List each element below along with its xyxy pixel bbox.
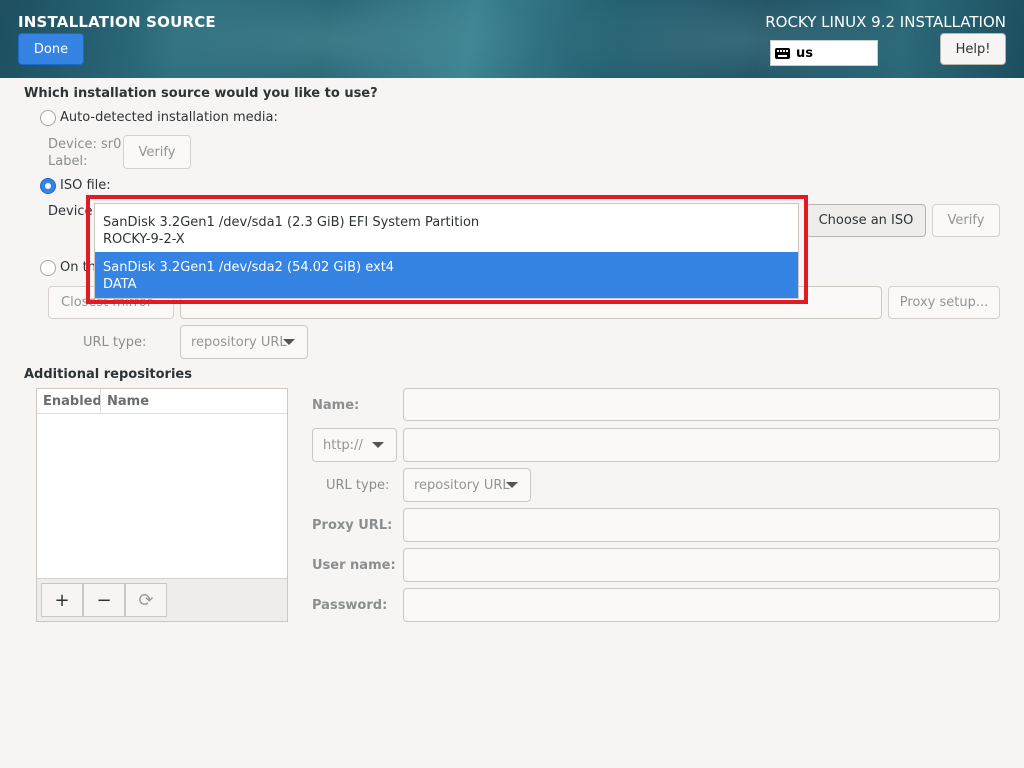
proxy-url-input[interactable] — [403, 508, 1000, 542]
verify-media-button[interactable]: Verify — [123, 135, 191, 169]
repo-toolbar: + − ⟳ — [37, 578, 287, 621]
repo-list[interactable]: Enabled Name + − ⟳ — [36, 388, 288, 622]
choose-iso-button[interactable]: Choose an ISO — [806, 204, 926, 237]
source-question: Which installation source would you like… — [24, 86, 378, 101]
media-label-label: Label: — [48, 154, 88, 169]
chevron-down-icon — [283, 339, 295, 345]
keyboard-icon — [775, 47, 790, 59]
keyboard-layout-indicator[interactable]: us — [770, 40, 878, 66]
user-name-input[interactable] — [403, 548, 1000, 582]
additional-repos-title: Additional repositories — [24, 367, 192, 382]
proxy-url-label: Proxy URL: — [312, 518, 393, 533]
repo-url-type-label: URL type: — [326, 478, 390, 493]
revert-repos-button[interactable]: ⟳ — [125, 583, 167, 617]
repo-protocol-value: http:// — [323, 437, 363, 453]
product-title: ROCKY LINUX 9.2 INSTALLATION — [765, 13, 1006, 31]
spoke-title: INSTALLATION SOURCE — [18, 13, 216, 31]
url-type-label: URL type: — [83, 335, 147, 350]
header-bar — [0, 0, 1024, 78]
minus-icon: − — [96, 589, 112, 611]
refresh-icon: ⟳ — [138, 589, 154, 611]
chevron-down-icon — [506, 482, 518, 488]
highlight-frame — [86, 195, 808, 304]
repo-protocol-combo[interactable]: http:// — [312, 428, 397, 462]
verify-iso-button[interactable]: Verify — [932, 204, 1000, 237]
url-type-value: repository URL — [191, 334, 287, 350]
header-texture — [560, 0, 920, 78]
plus-icon: + — [54, 589, 70, 611]
url-type-combo[interactable]: repository URL — [180, 325, 308, 359]
col-enabled[interactable]: Enabled — [43, 394, 102, 409]
proxy-setup-button[interactable]: Proxy setup... — [888, 286, 1000, 319]
iso-file-label: ISO file: — [60, 178, 111, 193]
add-repo-button[interactable]: + — [41, 583, 83, 617]
auto-detected-radio[interactable] — [40, 110, 56, 126]
user-name-label: User name: — [312, 558, 396, 573]
done-button[interactable]: Done — [18, 33, 84, 65]
col-name[interactable]: Name — [107, 394, 149, 409]
network-radio[interactable] — [40, 260, 56, 276]
help-button[interactable]: Help! — [940, 33, 1006, 65]
remove-repo-button[interactable]: − — [83, 583, 125, 617]
chevron-down-icon — [372, 442, 384, 448]
keyboard-layout-value: us — [796, 45, 813, 61]
repo-url-type-value: repository URL — [414, 477, 510, 493]
iso-file-radio[interactable] — [40, 178, 56, 194]
header-texture — [120, 0, 540, 78]
repo-list-header: Enabled Name — [37, 389, 287, 414]
password-input[interactable] — [403, 588, 1000, 622]
device-sr0-label: Device: sr0 — [48, 137, 122, 152]
repo-url-type-combo[interactable]: repository URL — [403, 468, 531, 502]
repo-name-input[interactable] — [403, 388, 1000, 421]
repo-name-label: Name: — [312, 398, 360, 413]
column-divider — [100, 389, 101, 414]
auto-detected-label: Auto-detected installation media: — [60, 110, 278, 125]
password-label: Password: — [312, 598, 388, 613]
repo-url-input[interactable] — [403, 428, 1000, 462]
